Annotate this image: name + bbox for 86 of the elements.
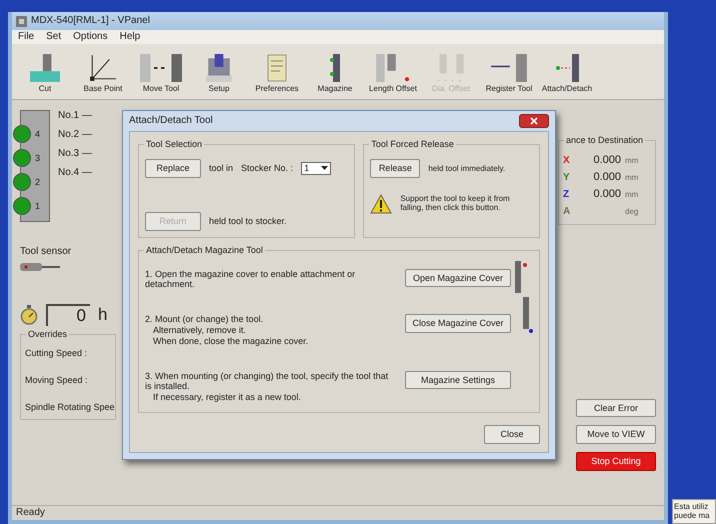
group-title: Tool Forced Release	[369, 139, 456, 150]
unit-label: mm	[625, 190, 638, 200]
stopwatch-icon	[20, 305, 38, 326]
caret-icon	[321, 166, 328, 170]
tool-length-icon	[376, 54, 410, 82]
override-label: Cutting Speed :	[25, 348, 88, 360]
step-text: When done, close the magazine cover.	[152, 336, 310, 347]
slot-number: 4	[35, 128, 40, 140]
menu-item[interactable]: Options	[73, 31, 108, 43]
step-text: 3. When mounting (or changing) the tool, specify the tool that is installed.	[145, 370, 390, 392]
axis-label: A	[563, 206, 572, 218]
dialog-title: Attach/Detach Tool	[129, 115, 213, 127]
group-title: Overrides	[26, 329, 70, 340]
end-mill-icon	[30, 54, 60, 82]
command-button[interactable]: Clear Error	[576, 398, 656, 418]
toolbar-button[interactable]: Setup	[192, 47, 246, 96]
step-text: 2. Mount (or change) the tool.	[145, 314, 264, 325]
status-text: Ready	[12, 505, 664, 520]
tool-entry: No.1 —	[58, 110, 92, 122]
notification-text: puede ma	[674, 511, 711, 521]
step-button[interactable]: Magazine Settings	[405, 370, 511, 390]
axis-value: 0.000	[592, 188, 621, 202]
release-button[interactable]: Release	[370, 159, 420, 178]
step-text: If necessary, register it as a new tool.	[152, 392, 302, 403]
menu-item[interactable]: Set	[46, 31, 62, 43]
command-button[interactable]: Move to VIEW	[576, 425, 656, 444]
timer-value: 0	[46, 304, 90, 326]
tool-register-icon	[491, 54, 527, 82]
tool-entry: No.4 —	[58, 167, 92, 179]
tool-sensor-label: Tool sensor	[20, 246, 72, 258]
stocker-dropdown[interactable]: 1	[301, 162, 332, 175]
tool-sensor-icon	[20, 262, 60, 272]
override-label: Spindle Rotating Spee	[25, 402, 115, 413]
menu-item[interactable]: File	[18, 31, 34, 43]
group-title: Tool Selection	[144, 139, 204, 150]
document-icon	[267, 54, 287, 82]
override-label: Moving Speed :	[25, 375, 88, 386]
step-text: Alternatively, remove it.	[152, 324, 247, 336]
toolbar-button[interactable]: Magazine	[308, 47, 362, 96]
step-button[interactable]: Open Magazine Cover	[405, 268, 511, 288]
axis-value: 0.000	[592, 154, 621, 168]
unit-label: mm	[625, 156, 638, 166]
timer-unit: h	[98, 305, 108, 326]
step-text: 1. Open the magazine cover to enable attachment or detachment.	[145, 268, 356, 290]
close-button[interactable]	[519, 114, 549, 128]
close-icon	[530, 117, 538, 125]
axes-icon	[89, 54, 117, 82]
tool-pair-icon	[436, 54, 466, 82]
unit-label: deg	[625, 206, 638, 216]
window-title: MDX-540[RML-1] - VPanel	[31, 15, 150, 27]
axis-value: 0.000	[592, 171, 621, 184]
toolbar-button[interactable]: Attach/Detach	[540, 47, 594, 96]
axis-label: X	[563, 155, 571, 167]
group-title: ance to Destination	[564, 135, 646, 146]
machine-icon	[206, 54, 232, 82]
slot-number: 1	[35, 200, 40, 212]
toolbar-button[interactable]: Preferences	[250, 47, 304, 96]
group-title: Attach/Detach Magazine Tool	[144, 244, 265, 256]
tool-arrow-icon	[140, 54, 182, 82]
toolbar-button[interactable]: Move Tool	[134, 47, 188, 96]
toolbar-button[interactable]: Length Offset	[366, 47, 420, 96]
stocker-label: Stocker No. :	[241, 163, 294, 174]
tool-in-label: tool in	[209, 163, 234, 174]
app-icon	[16, 16, 27, 26]
attach-icon	[556, 54, 578, 82]
notification-text: Esta utiliz	[674, 502, 710, 512]
axis-label: Z	[563, 189, 570, 202]
warning-text: Support the tool to keep it from falling, then click this button.	[400, 194, 511, 213]
magazine-icon	[330, 54, 340, 82]
tool-entry: No.3 —	[58, 148, 92, 160]
menu-item[interactable]: Help	[120, 31, 140, 43]
axis-label: Y	[563, 172, 571, 184]
command-button[interactable]: Stop Cutting	[576, 452, 656, 471]
step-button[interactable]: Close Magazine Cover	[405, 314, 511, 333]
tool-entry: No.2 —	[58, 129, 92, 141]
toolbar-button[interactable]: Cut	[18, 47, 72, 96]
toolbar-button[interactable]: Base Point	[76, 47, 130, 96]
close-button[interactable]: Close	[484, 425, 540, 444]
unit-label: mm	[625, 173, 638, 183]
slot-number: 3	[35, 152, 40, 164]
release-label: held tool immediately.	[428, 164, 506, 174]
slot-number: 2	[35, 176, 40, 188]
toolbar-button[interactable]: Register Tool	[482, 47, 536, 96]
warning-icon	[370, 194, 392, 214]
return-label: held tool to stocker.	[209, 216, 287, 227]
replace-button[interactable]: Replace	[145, 159, 201, 178]
